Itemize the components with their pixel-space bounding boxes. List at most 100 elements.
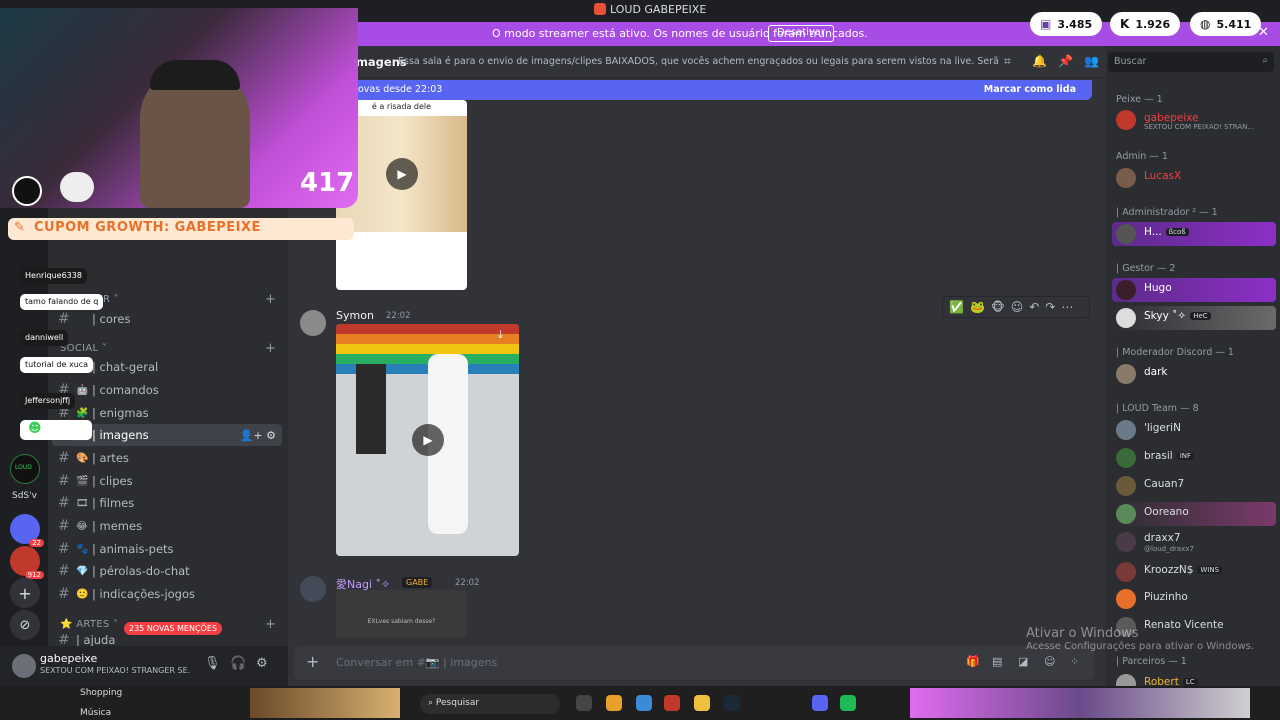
member-item[interactable]: 'ligeriN — [1112, 418, 1276, 442]
new-messages-bar[interactable]: s novas desde 22:03 Marcar como lida — [340, 80, 1092, 100]
explore-servers-icon[interactable]: ⊘ — [10, 610, 40, 640]
folder-icon[interactable] — [694, 695, 710, 711]
message-author[interactable]: Symon — [336, 309, 374, 322]
play-icon[interactable]: ▶ — [386, 158, 418, 190]
member-item[interactable]: dark — [1112, 362, 1276, 386]
message-composer[interactable]: + Conversar em #📷 | imagens 🎁 ▤ ◪ ☺ ⁘ — [294, 646, 1094, 680]
file-explorer-icon[interactable] — [576, 695, 592, 711]
server-loud[interactable]: LOUD — [10, 454, 40, 484]
reaction-icon[interactable]: 🐸 — [970, 300, 985, 314]
hash-icon: # — [58, 634, 70, 646]
avatar — [1116, 168, 1136, 188]
reply-icon[interactable]: ↶ — [1029, 300, 1039, 314]
stream-chat-name: Jeffersonjffj — [20, 393, 76, 409]
hash-icon: # — [58, 311, 70, 327]
add-channel-icon[interactable]: + — [265, 292, 276, 307]
channel-clipes[interactable]: # 🎬 | clipes — [52, 470, 282, 492]
channel-memes[interactable]: # 😂 | memes — [52, 515, 282, 537]
channel-ajuda[interactable]: # | ajuda — [52, 634, 282, 646]
add-channel-icon[interactable]: + — [265, 341, 276, 356]
member-item[interactable]: Piuzinho — [1112, 587, 1276, 611]
member-item[interactable]: brasil INF — [1112, 446, 1276, 470]
channel-animais-pets[interactable]: # 🐾 | animais-pets — [52, 538, 282, 560]
gift-icon[interactable]: 🎁 — [966, 655, 980, 668]
gif-icon[interactable]: ▤ — [992, 655, 1002, 668]
video-attachment[interactable]: EXLves sabiam desse? — [336, 590, 467, 638]
avatar — [1116, 308, 1136, 328]
star-icon: ⭐ — [60, 619, 77, 630]
message-timestamp: 22:02 — [455, 578, 480, 588]
total-viewer-counter: ◍ 5.411 — [1190, 12, 1262, 36]
opera-icon[interactable] — [664, 695, 680, 711]
microphone-icon[interactable]: 🎙 — [204, 656, 221, 671]
member-item[interactable]: Cauan7 — [1112, 474, 1276, 498]
stream-chat-name: danniwell — [20, 330, 69, 346]
message-input[interactable]: Conversar em #📷 | imagens — [336, 656, 497, 669]
channel-filmes[interactable]: # 🎞 | filmes — [52, 492, 282, 514]
stream-chat-message: tutorial de xuca — [20, 357, 94, 373]
add-channel-icon[interactable]: + — [265, 617, 276, 632]
avatar[interactable] — [300, 310, 326, 336]
channel-comandos[interactable]: # 🤖 | comandos — [52, 379, 282, 401]
window-title: LOUD GABEPEIXE — [594, 3, 706, 16]
steam-icon[interactable] — [724, 695, 740, 711]
sticker-icon[interactable]: ◪ — [1018, 655, 1028, 668]
kick-viewer-counter: K 1.926 — [1110, 12, 1181, 36]
discord-icon[interactable] — [812, 695, 828, 711]
members-icon[interactable]: 👥 — [1084, 54, 1099, 68]
server-sdsv[interactable]: SdS'v — [10, 482, 40, 512]
forward-icon[interactable]: ↷ — [1045, 300, 1055, 314]
more-icon[interactable]: ⋯ — [1061, 300, 1073, 314]
channel-indicacoes-jogos[interactable]: # 🙂 | indicações-jogos — [52, 583, 282, 605]
spotify-icon[interactable] — [840, 695, 856, 711]
gear-icon[interactable]: ⚙ — [256, 656, 268, 671]
member-item[interactable]: Hugo — [1112, 278, 1276, 302]
kick-icon: K — [1120, 17, 1130, 31]
disable-streamer-mode-button[interactable]: Desativar — [768, 25, 835, 42]
member-item[interactable]: Skyy ˚✧ HeC — [1112, 306, 1276, 330]
avatar[interactable] — [300, 576, 326, 602]
category-artes[interactable]: ⭐ ARTES ˅ + — [60, 617, 276, 632]
member-item[interactable]: Robert LC — [1112, 672, 1276, 686]
attach-plus-icon[interactable]: + — [306, 652, 319, 671]
member-item[interactable]: draxx7 @loud_draxx7 — [1112, 530, 1276, 554]
member-item[interactable]: LucasX — [1112, 166, 1276, 190]
edge-icon[interactable] — [636, 695, 652, 711]
taskbar-search[interactable]: ⌕ Pesquisar — [420, 694, 560, 714]
play-icon[interactable]: ▶ — [412, 424, 444, 456]
member-item[interactable]: KroozzN$ WINS — [1112, 560, 1276, 584]
channel-settings-icon[interactable]: 👤+ ⚙ — [240, 429, 276, 442]
add-reaction-icon[interactable]: ☺ — [1011, 300, 1024, 314]
stream-chat-bubble: ☻ — [20, 420, 92, 440]
pin-icon[interactable]: 📌 — [1058, 54, 1073, 68]
add-server-icon[interactable]: + — [10, 578, 40, 608]
bell-icon[interactable]: 🔔 — [1032, 54, 1047, 68]
loud-logo-icon — [594, 3, 606, 15]
channel-artes[interactable]: # 🎨 | artes — [52, 447, 282, 469]
download-icon[interactable]: ⤓ — [498, 328, 503, 342]
server-icon[interactable]: 22 — [10, 514, 44, 547]
hash-icon: # — [58, 518, 70, 534]
threads-icon[interactable]: ⌗ — [1004, 54, 1011, 69]
member-item[interactable]: Ooreano — [1112, 502, 1276, 526]
emoji-icon[interactable]: ☺ — [1044, 655, 1055, 668]
channel-perolas-do-chat[interactable]: # 💎 | pérolas-do-chat — [52, 560, 282, 582]
member-group-header: Admin — 1 — [1116, 151, 1168, 162]
shopping-label[interactable]: Shopping — [80, 688, 122, 698]
headphones-icon[interactable]: 🎧 — [230, 656, 246, 671]
channel-cores[interactable]: # | cores — [52, 308, 282, 330]
category-social[interactable]: SOCIAL ˅ + — [60, 341, 276, 356]
member-item[interactable]: gabepeixe SEXTOU COM PEIXAO! STRAN... — [1112, 108, 1276, 132]
channel-topic[interactable]: Essa sala é para o envio de imagens/clip… — [398, 56, 998, 67]
apps-icon[interactable]: ⁘ — [1070, 655, 1079, 668]
member-item[interactable]: H... ßcoß — [1112, 222, 1276, 246]
mark-as-read-button[interactable]: Marcar como lida — [984, 84, 1076, 95]
reaction-icon[interactable]: 🐵 — [991, 300, 1005, 314]
avatar[interactable] — [12, 654, 36, 678]
video-attachment[interactable]: ▶ ⤓ — [336, 324, 519, 556]
app-icon[interactable] — [606, 695, 622, 711]
server-icon[interactable]: 912 — [10, 546, 44, 579]
search-input[interactable]: Buscar ⌕ — [1108, 52, 1274, 72]
reaction-check-icon[interactable]: ✅ — [949, 300, 964, 314]
music-label[interactable]: Música — [80, 708, 111, 718]
